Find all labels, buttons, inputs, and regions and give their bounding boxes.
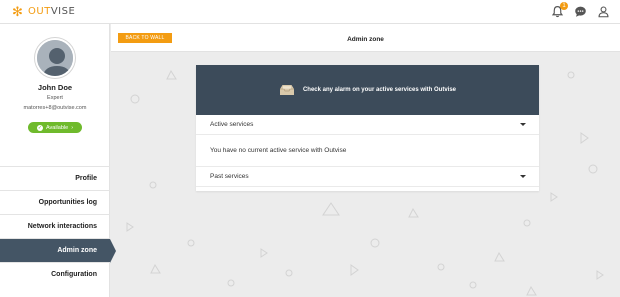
- sidebar-item-configuration[interactable]: Configuration: [0, 262, 110, 286]
- page-title: Admin zone: [347, 36, 384, 43]
- sidebar: John Doe Expert matorres+8@outvise.com ✓…: [0, 24, 116, 297]
- banner-text: Check any alarm on your active services …: [302, 87, 457, 93]
- bell-icon[interactable]: 1: [551, 2, 568, 18]
- user-name: John Doe: [37, 83, 73, 92]
- caret-down-icon: [520, 175, 526, 178]
- active-services-card: Check any alarm on your active services …: [196, 65, 539, 191]
- logo-text: OUTVISE: [28, 6, 76, 17]
- chat-icon[interactable]: [574, 5, 587, 18]
- card-banner: Check any alarm on your active services …: [196, 65, 539, 115]
- sidebar-item-opportunities-log[interactable]: Opportunities log: [0, 190, 110, 214]
- past-services-toggle[interactable]: Past services: [196, 167, 539, 187]
- active-services-label: Active services: [210, 121, 254, 128]
- sidebar-item-admin-zone[interactable]: Admin zone: [0, 238, 116, 263]
- past-services-label: Past services: [210, 173, 249, 180]
- user-role: Expert: [47, 95, 63, 101]
- inbox-icon: [279, 85, 294, 95]
- empty-services-message: You have no current active service with …: [196, 135, 539, 167]
- top-bar: ✻ OUTVISE 1: [0, 0, 620, 24]
- sidebar-item-profile[interactable]: Profile: [0, 166, 110, 190]
- user-icon[interactable]: [597, 5, 610, 18]
- caret-down-icon: [520, 123, 526, 126]
- main-header: BACK TO WALL Admin zone: [111, 24, 620, 52]
- active-services-toggle[interactable]: Active services: [196, 115, 539, 135]
- outvise-logo-icon: ✻: [12, 4, 23, 19]
- notification-badge: 1: [560, 2, 568, 10]
- check-icon: ✓: [36, 124, 43, 131]
- avatar[interactable]: [35, 38, 75, 78]
- sidebar-nav: Profile Opportunities log Network intera…: [0, 166, 116, 286]
- user-email: matorres+8@outvise.com: [23, 105, 87, 111]
- chevron-right-icon: ›: [71, 124, 74, 131]
- availability-label: Available: [45, 124, 69, 131]
- outvise-logo[interactable]: ✻ OUTVISE: [12, 5, 75, 18]
- top-icons: 1: [551, 2, 610, 18]
- sidebar-item-network-interactions[interactable]: Network interactions: [0, 214, 110, 238]
- availability-button[interactable]: ✓ Available ›: [28, 122, 82, 133]
